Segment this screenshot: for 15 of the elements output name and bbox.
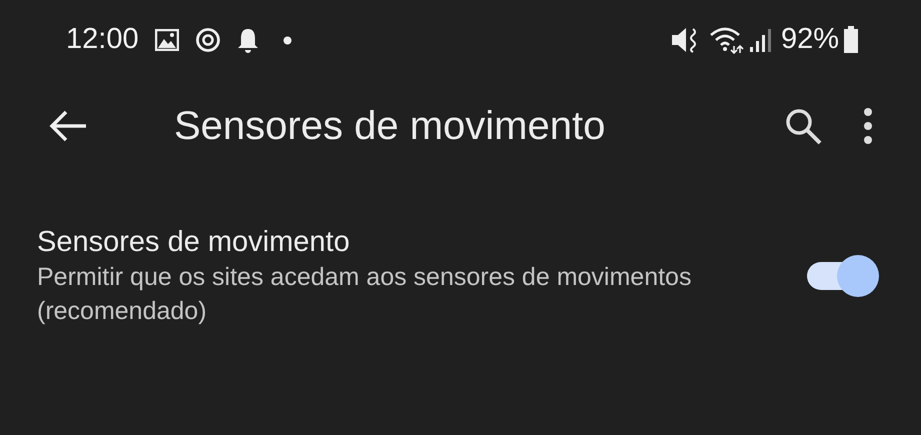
toggle-switch[interactable] [807, 254, 879, 298]
setting-summary: Permitir que os sites acedam aos sensores de movimentos (recomendado) [37, 262, 692, 327]
sync-circle-icon [194, 27, 221, 53]
battery-icon [843, 26, 859, 54]
dot-icon [282, 36, 292, 44]
signal-icon [748, 27, 773, 53]
bell-icon [236, 27, 259, 53]
battery-percent: 92% [780, 22, 839, 58]
more-icon [863, 107, 873, 145]
setting-title: Sensores de movimento [37, 225, 351, 260]
wifi-icon [708, 26, 745, 54]
page-title: Sensores de movimento [174, 103, 606, 150]
back-arrow-icon [48, 109, 88, 143]
status-time: 12:00 [66, 22, 139, 58]
image-icon [154, 29, 179, 51]
